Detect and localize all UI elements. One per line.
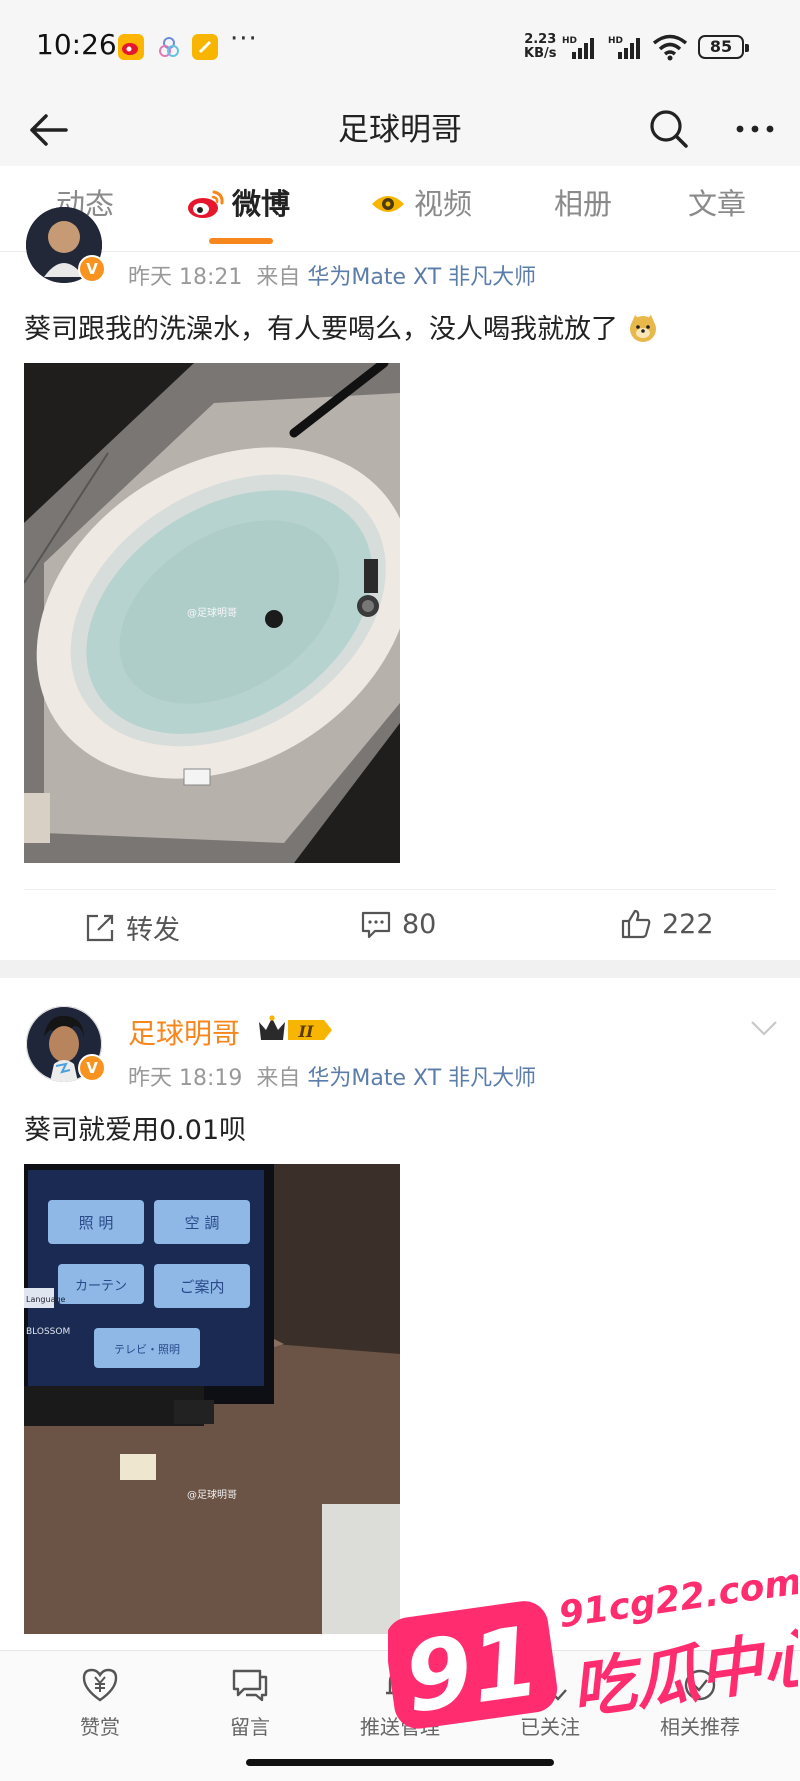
status-time: 10:26 xyxy=(36,28,117,61)
post-source-link[interactable]: 华为Mate XT 非凡大师 xyxy=(307,265,536,290)
comment-icon xyxy=(361,911,391,939)
svg-text:吃瓜中心: 吃瓜中心 xyxy=(567,1619,798,1728)
verified-badge-icon: V xyxy=(78,255,106,283)
weibo-logo-icon xyxy=(188,190,224,218)
svg-text:空 調: 空 調 xyxy=(185,1214,220,1232)
home-indicator[interactable] xyxy=(246,1759,554,1766)
image-watermark: @足球明哥 xyxy=(187,1488,237,1501)
watermark-logo: 91cg22.com 91 吃瓜中心 xyxy=(385,1561,800,1735)
active-tab-indicator xyxy=(209,238,273,244)
svg-text:BLOSSOM: BLOSSOM xyxy=(26,1327,70,1337)
message-button[interactable]: 留言 xyxy=(190,1665,310,1740)
more-notifications-icon: ··· xyxy=(230,24,258,54)
post-image-bathtub[interactable]: @足球明哥 xyxy=(24,363,400,863)
signal-icon: HD xyxy=(562,36,594,59)
svg-text:91: 91 xyxy=(398,1605,546,1730)
svg-text:HD: HD xyxy=(562,36,577,46)
chevron-down-icon[interactable] xyxy=(748,1016,780,1040)
post-meta: 昨天 18:19 来自 华为Mate XT 非凡大师 xyxy=(128,1066,537,1091)
reward-button[interactable]: 赞赏 xyxy=(40,1665,160,1740)
weibo-notification-icon xyxy=(118,34,144,60)
network-speed: 2.23 KB/s xyxy=(524,32,557,61)
thumbs-up-icon xyxy=(621,909,651,939)
tab-weibo[interactable]: 微博 xyxy=(186,184,290,234)
svg-text:ご案内: ご案内 xyxy=(179,1278,224,1296)
post-card-1: V 昨天 18:21 来自 华为Mate XT 非凡大师 葵司跟我的洗澡水，有人… xyxy=(0,207,800,960)
repost-button[interactable]: 转发 xyxy=(84,908,180,947)
post-separator xyxy=(0,960,800,978)
search-icon[interactable] xyxy=(644,104,694,154)
tab-album[interactable]: 相册 xyxy=(554,184,612,234)
video-eye-icon xyxy=(372,196,404,212)
post-meta: 昨天 18:21 来自 华为Mate XT 非凡大师 xyxy=(128,265,537,290)
yen-heart-icon xyxy=(82,1668,118,1702)
notes-notification-icon xyxy=(192,34,218,60)
tab-video[interactable]: 视频 xyxy=(370,184,472,234)
post-text: 葵司就爱用0.01呗 xyxy=(24,1115,247,1146)
top-nav: 足球明哥 xyxy=(0,94,800,166)
divider xyxy=(24,889,776,890)
vip-crown-badge-icon: II xyxy=(259,1015,332,1041)
svg-text:II: II xyxy=(298,1022,314,1041)
status-bar: 10:26 ··· 2.23 KB/s HD HD 85 xyxy=(0,0,800,94)
tab-articles[interactable]: 文章 xyxy=(688,184,746,234)
signal-2-icon: HD xyxy=(608,36,640,59)
battery-indicator: 85 xyxy=(698,35,749,59)
post-text: 葵司跟我的洗澡水，有人要喝么，没人喝我就放了 xyxy=(24,307,659,346)
repost-icon xyxy=(86,914,114,941)
post-card-2: V 足球明哥 II 昨天 18:19 来自 华为Mate XT 非凡大师 葵司就… xyxy=(0,978,800,1658)
svg-text:HD: HD xyxy=(608,36,623,46)
verified-badge-icon: V xyxy=(78,1054,106,1082)
message-icon xyxy=(232,1669,268,1702)
profile-tabs: 动态 微博 视频 相册 文章 xyxy=(0,166,800,252)
username[interactable]: 足球明哥 xyxy=(128,1012,240,1052)
comment-button[interactable]: 80 xyxy=(360,908,436,940)
app-notification-icon xyxy=(156,34,182,60)
image-watermark: @足球明哥 xyxy=(187,606,237,619)
svg-text:カーテン: カーテン xyxy=(75,1279,127,1294)
site-watermark: 91cg22.com 91 吃瓜中心 xyxy=(385,1560,800,1735)
wifi-icon xyxy=(652,34,688,61)
doge-emoji-icon xyxy=(629,315,656,342)
svg-text:テレビ・照明: テレビ・照明 xyxy=(114,1343,180,1356)
svg-text:照 明: 照 明 xyxy=(79,1214,114,1232)
like-button[interactable]: 222 xyxy=(620,908,714,940)
post-source-link[interactable]: 华为Mate XT 非凡大师 xyxy=(307,1066,536,1091)
svg-text:Language: Language xyxy=(26,1295,66,1304)
post-image-control-panel[interactable]: 照 明 空 調 カーテン ご案内 テレビ・照明 Language BLOSSOM… xyxy=(24,1164,400,1634)
svg-text:91cg22.com: 91cg22.com xyxy=(556,1561,798,1636)
more-options-icon[interactable] xyxy=(730,104,780,154)
